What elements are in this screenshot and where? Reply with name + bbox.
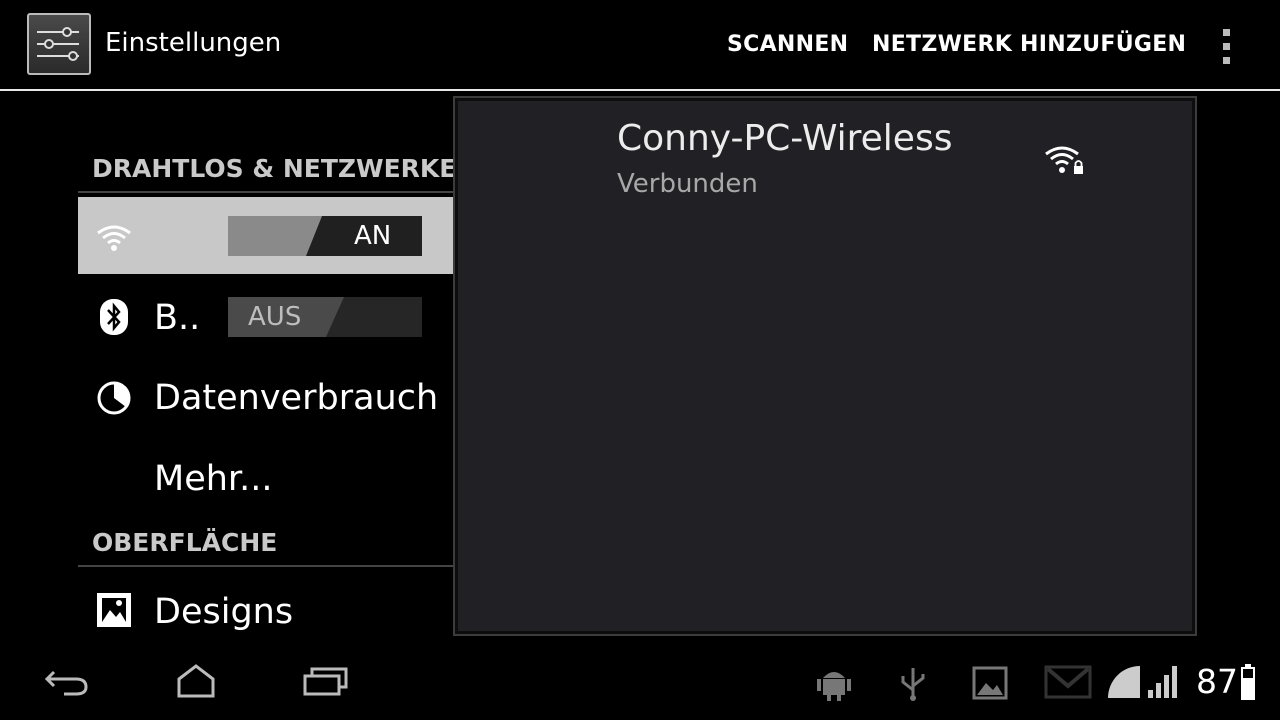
wifi-toggle[interactable]: AN	[228, 216, 422, 256]
battery-icon	[1241, 664, 1255, 704]
app-title: Einstellungen	[105, 28, 282, 58]
recent-apps-icon[interactable]	[302, 664, 350, 702]
wifi-toggle-label: AN	[354, 221, 392, 251]
wifi-icon	[96, 219, 132, 255]
category-divider	[78, 191, 453, 193]
network-name: Conny-PC-Wireless	[617, 118, 953, 159]
back-icon[interactable]	[44, 664, 90, 702]
usb-icon[interactable]	[898, 664, 928, 706]
home-icon[interactable]	[176, 664, 216, 702]
bluetooth-icon	[98, 299, 134, 335]
wireless-networks-header: DRAHTLOS & NETZWERKE	[92, 154, 457, 183]
bluetooth-toggle-label: AUS	[248, 302, 302, 332]
interface-header: OBERFLÄCHE	[92, 528, 278, 557]
bluetooth-toggle[interactable]: AUS	[228, 297, 422, 337]
data-usage-label: Datenverbrauch	[154, 378, 439, 418]
data-usage-icon	[96, 380, 132, 416]
signal-strength-icon	[1146, 664, 1180, 704]
category-divider	[78, 565, 453, 567]
bluetooth-label: B..	[154, 298, 201, 338]
scan-button[interactable]: SCANNEN	[727, 32, 848, 57]
more-label: Mehr...	[154, 459, 273, 499]
add-network-button[interactable]: NETZWERK HINZUFÜGEN	[872, 32, 1186, 57]
overflow-menu-icon[interactable]	[1212, 26, 1242, 68]
android-debug-icon[interactable]	[816, 664, 852, 706]
wifi-status-icon	[1106, 664, 1142, 704]
network-status: Verbunden	[617, 169, 758, 199]
image-icon[interactable]	[972, 666, 1008, 704]
designs-label: Designs	[154, 592, 294, 632]
clock: 87	[1196, 662, 1238, 701]
gmail-icon[interactable]	[1044, 664, 1092, 704]
settings-icon[interactable]	[27, 13, 91, 75]
designs-icon	[96, 592, 132, 628]
wifi-signal-lock-icon	[1044, 143, 1086, 181]
